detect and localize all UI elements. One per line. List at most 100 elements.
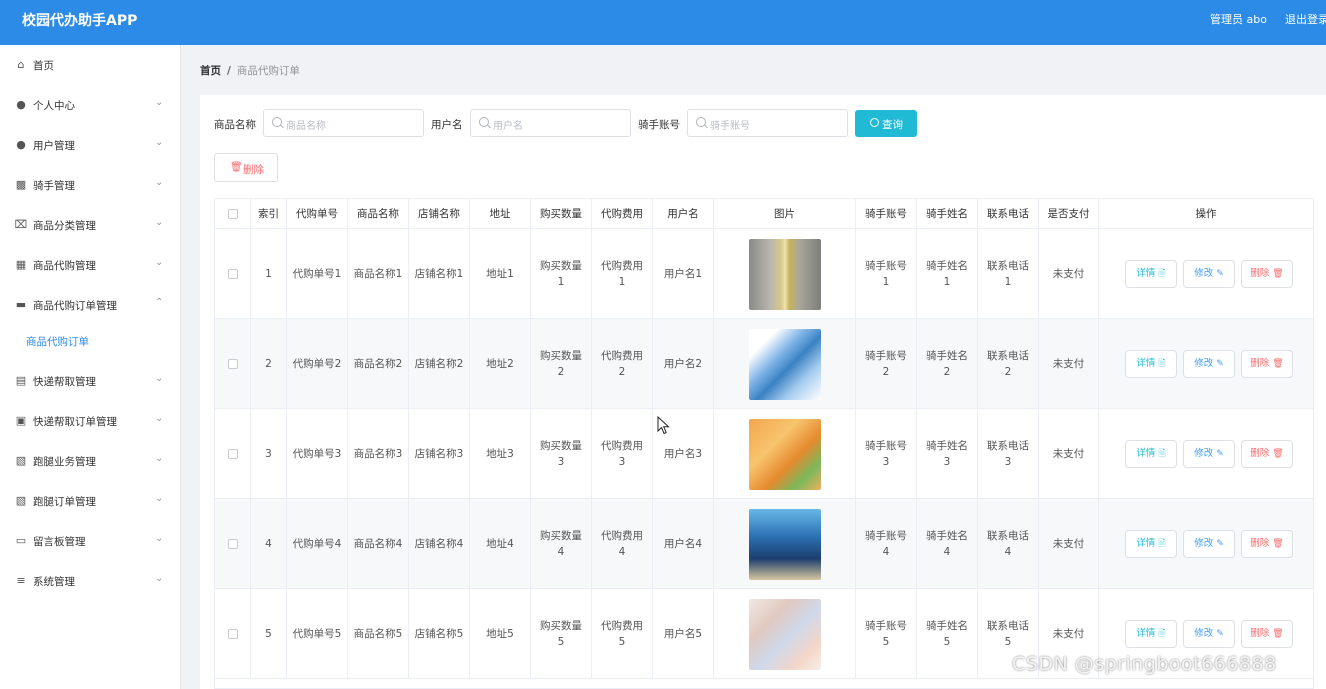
col-qty: 购买数量 xyxy=(531,199,592,229)
query-button[interactable]: 查询 xyxy=(855,110,917,137)
cell-index: 5 xyxy=(251,589,287,679)
select-all-checkbox[interactable] xyxy=(215,199,251,229)
edit-button[interactable]: 修改 ✎ xyxy=(1183,260,1235,288)
sidebar-item-home[interactable]: ⌂ 首页 xyxy=(0,53,181,77)
ticket-icon: ▭ xyxy=(15,534,27,547)
cell-fee: 代购费用3 xyxy=(592,409,653,499)
user-icon: ● xyxy=(16,98,26,111)
row-checkbox[interactable] xyxy=(215,589,251,679)
username-input[interactable]: 用户名 xyxy=(470,109,631,137)
chevron-down-icon: ⌄ xyxy=(155,137,164,148)
detail-button[interactable]: 详情 🗎 xyxy=(1125,350,1177,378)
document-icon: 🗎 xyxy=(1158,629,1166,639)
sidebar-subitem-purchase-order[interactable]: 商品代购订单 xyxy=(0,329,181,353)
edit-button[interactable]: 修改 ✎ xyxy=(1183,440,1235,468)
delete-button[interactable]: 删除 🗑 xyxy=(1241,530,1293,558)
delete-button[interactable]: 删除 🗑 xyxy=(1241,260,1293,288)
product-image[interactable] xyxy=(748,238,821,310)
sidebar-item-express-management[interactable]: ▤ 快递帮取管理 ⌄ xyxy=(0,369,181,393)
detail-button[interactable]: 详情 🗎 xyxy=(1125,440,1177,468)
cell-order-no-text: 代购单号5 xyxy=(292,628,342,640)
document-icon: 🗎 xyxy=(1158,359,1166,369)
row-checkbox[interactable] xyxy=(215,409,251,499)
sidebar-item-personal-center[interactable]: ● 个人中心 ⌄ xyxy=(0,93,181,117)
rider-account-input[interactable]: 骑手账号 xyxy=(687,109,848,137)
cell-rider-account: 骑手账号1 xyxy=(856,229,917,319)
sidebar-item-purchase-order-management[interactable]: ▬ 商品代购订单管理 ⌃ xyxy=(0,293,181,317)
row-checkbox[interactable] xyxy=(215,319,251,409)
cell-shop: 店铺名称4 xyxy=(409,499,470,589)
product-image[interactable] xyxy=(748,328,821,400)
edit-button[interactable]: 修改 ✎ xyxy=(1183,530,1235,558)
app-title: 校园代办助手APP xyxy=(22,13,138,29)
cell-product: 商品名称4 xyxy=(348,499,409,589)
cell-index-text: 2 xyxy=(265,358,272,370)
batch-delete-button[interactable]: 🗑 删除 xyxy=(214,153,278,182)
sidebar-item-label: 骑手管理 xyxy=(33,180,75,192)
cell-product: 商品名称2 xyxy=(348,319,409,409)
sidebar-item-label: 商品分类管理 xyxy=(33,220,96,232)
cell-image xyxy=(714,319,856,409)
sidebar-item-category-management[interactable]: ⌧ 商品分类管理 ⌄ xyxy=(0,213,181,237)
product-image[interactable] xyxy=(748,598,821,670)
cell-phone: 联系电话4 xyxy=(978,499,1039,589)
cell-paid: 未支付 xyxy=(1039,229,1099,319)
cell-paid-text: 未支付 xyxy=(1052,538,1085,550)
pencil-icon: ✎ xyxy=(1216,269,1224,279)
cell-index: 3 xyxy=(251,409,287,499)
delete-button[interactable]: 删除 🗑 xyxy=(1241,620,1293,648)
cell-address-text: 地址4 xyxy=(486,538,514,550)
sidebar-item-express-order-management[interactable]: ▣ 快递帮取订单管理 ⌄ xyxy=(0,409,181,433)
chevron-down-icon: ⌄ xyxy=(155,573,164,584)
chevron-up-icon: ⌃ xyxy=(155,297,164,308)
detail-button[interactable]: 详情 🗎 xyxy=(1125,620,1177,648)
detail-button-label: 详情 xyxy=(1136,538,1156,549)
cell-product-text: 商品名称4 xyxy=(353,538,403,550)
detail-button[interactable]: 详情 🗎 xyxy=(1125,530,1177,558)
sidebar-item-label: 系统管理 xyxy=(33,576,75,588)
edit-button[interactable]: 修改 ✎ xyxy=(1183,350,1235,378)
trash-icon: 🗑 xyxy=(1272,539,1284,549)
sidebar-item-system-management[interactable]: ≡ 系统管理 ⌄ xyxy=(0,569,181,593)
sidebar-item-errand-management[interactable]: ▧ 跑腿业务管理 ⌄ xyxy=(0,449,181,473)
cell-image xyxy=(714,229,856,319)
cell-order-no: 代购单号3 xyxy=(287,409,348,499)
col-rider-name: 骑手姓名 xyxy=(917,199,978,229)
search-icon xyxy=(696,117,706,127)
chevron-down-icon: ⌄ xyxy=(155,533,164,544)
logout-link[interactable]: 退出登录 xyxy=(1285,11,1326,27)
breadcrumb-home[interactable]: 首页 xyxy=(200,65,221,77)
cell-phone-text: 联系电话3 xyxy=(987,440,1029,468)
product-image[interactable] xyxy=(748,508,821,580)
chevron-down-icon: ⌄ xyxy=(155,97,164,108)
cell-product-text: 商品名称2 xyxy=(353,358,403,370)
cell-fee-text: 代购费用4 xyxy=(601,530,643,558)
rider-account-placeholder: 骑手账号 xyxy=(710,121,750,132)
cell-index: 1 xyxy=(251,229,287,319)
cell-paid-text: 未支付 xyxy=(1052,448,1085,460)
sidebar-item-rider-management[interactable]: ▩ 骑手管理 ⌄ xyxy=(0,173,181,197)
sidebar-item-label: 首页 xyxy=(33,60,54,72)
cell-product-text: 商品名称3 xyxy=(353,448,403,460)
breadcrumb: 首页 / 商品代购订单 xyxy=(200,63,300,78)
product-image[interactable] xyxy=(748,418,821,490)
row-checkbox[interactable] xyxy=(215,499,251,589)
cell-fee-text: 代购费用3 xyxy=(601,440,643,468)
orders-table: 索引 代购单号 商品名称 店铺名称 地址 购买数量 代购费用 用户名 图片 骑手… xyxy=(214,198,1314,689)
detail-button[interactable]: 详情 🗎 xyxy=(1125,260,1177,288)
cell-rider-name-text: 骑手姓名5 xyxy=(926,620,968,648)
cell-paid-text: 未支付 xyxy=(1052,358,1085,370)
cell-qty: 购买数量3 xyxy=(531,409,592,499)
sidebar-item-purchase-management[interactable]: ▦ 商品代购管理 ⌄ xyxy=(0,253,181,277)
sidebar-item-message-board[interactable]: ▭ 留言板管理 ⌄ xyxy=(0,529,181,553)
product-name-input[interactable]: 商品名称 xyxy=(263,109,424,137)
edit-button[interactable]: 修改 ✎ xyxy=(1183,620,1235,648)
delete-button[interactable]: 删除 🗑 xyxy=(1241,350,1293,378)
sidebar-item-errand-order-management[interactable]: ▧ 跑腿订单管理 ⌄ xyxy=(0,489,181,513)
cell-fee: 代购费用5 xyxy=(592,589,653,679)
chat-icon: ▬ xyxy=(15,298,27,311)
row-checkbox[interactable] xyxy=(215,229,251,319)
product-name-placeholder: 商品名称 xyxy=(286,121,326,132)
sidebar-item-user-management[interactable]: ● 用户管理 ⌄ xyxy=(0,133,181,157)
delete-button[interactable]: 删除 🗑 xyxy=(1241,440,1293,468)
